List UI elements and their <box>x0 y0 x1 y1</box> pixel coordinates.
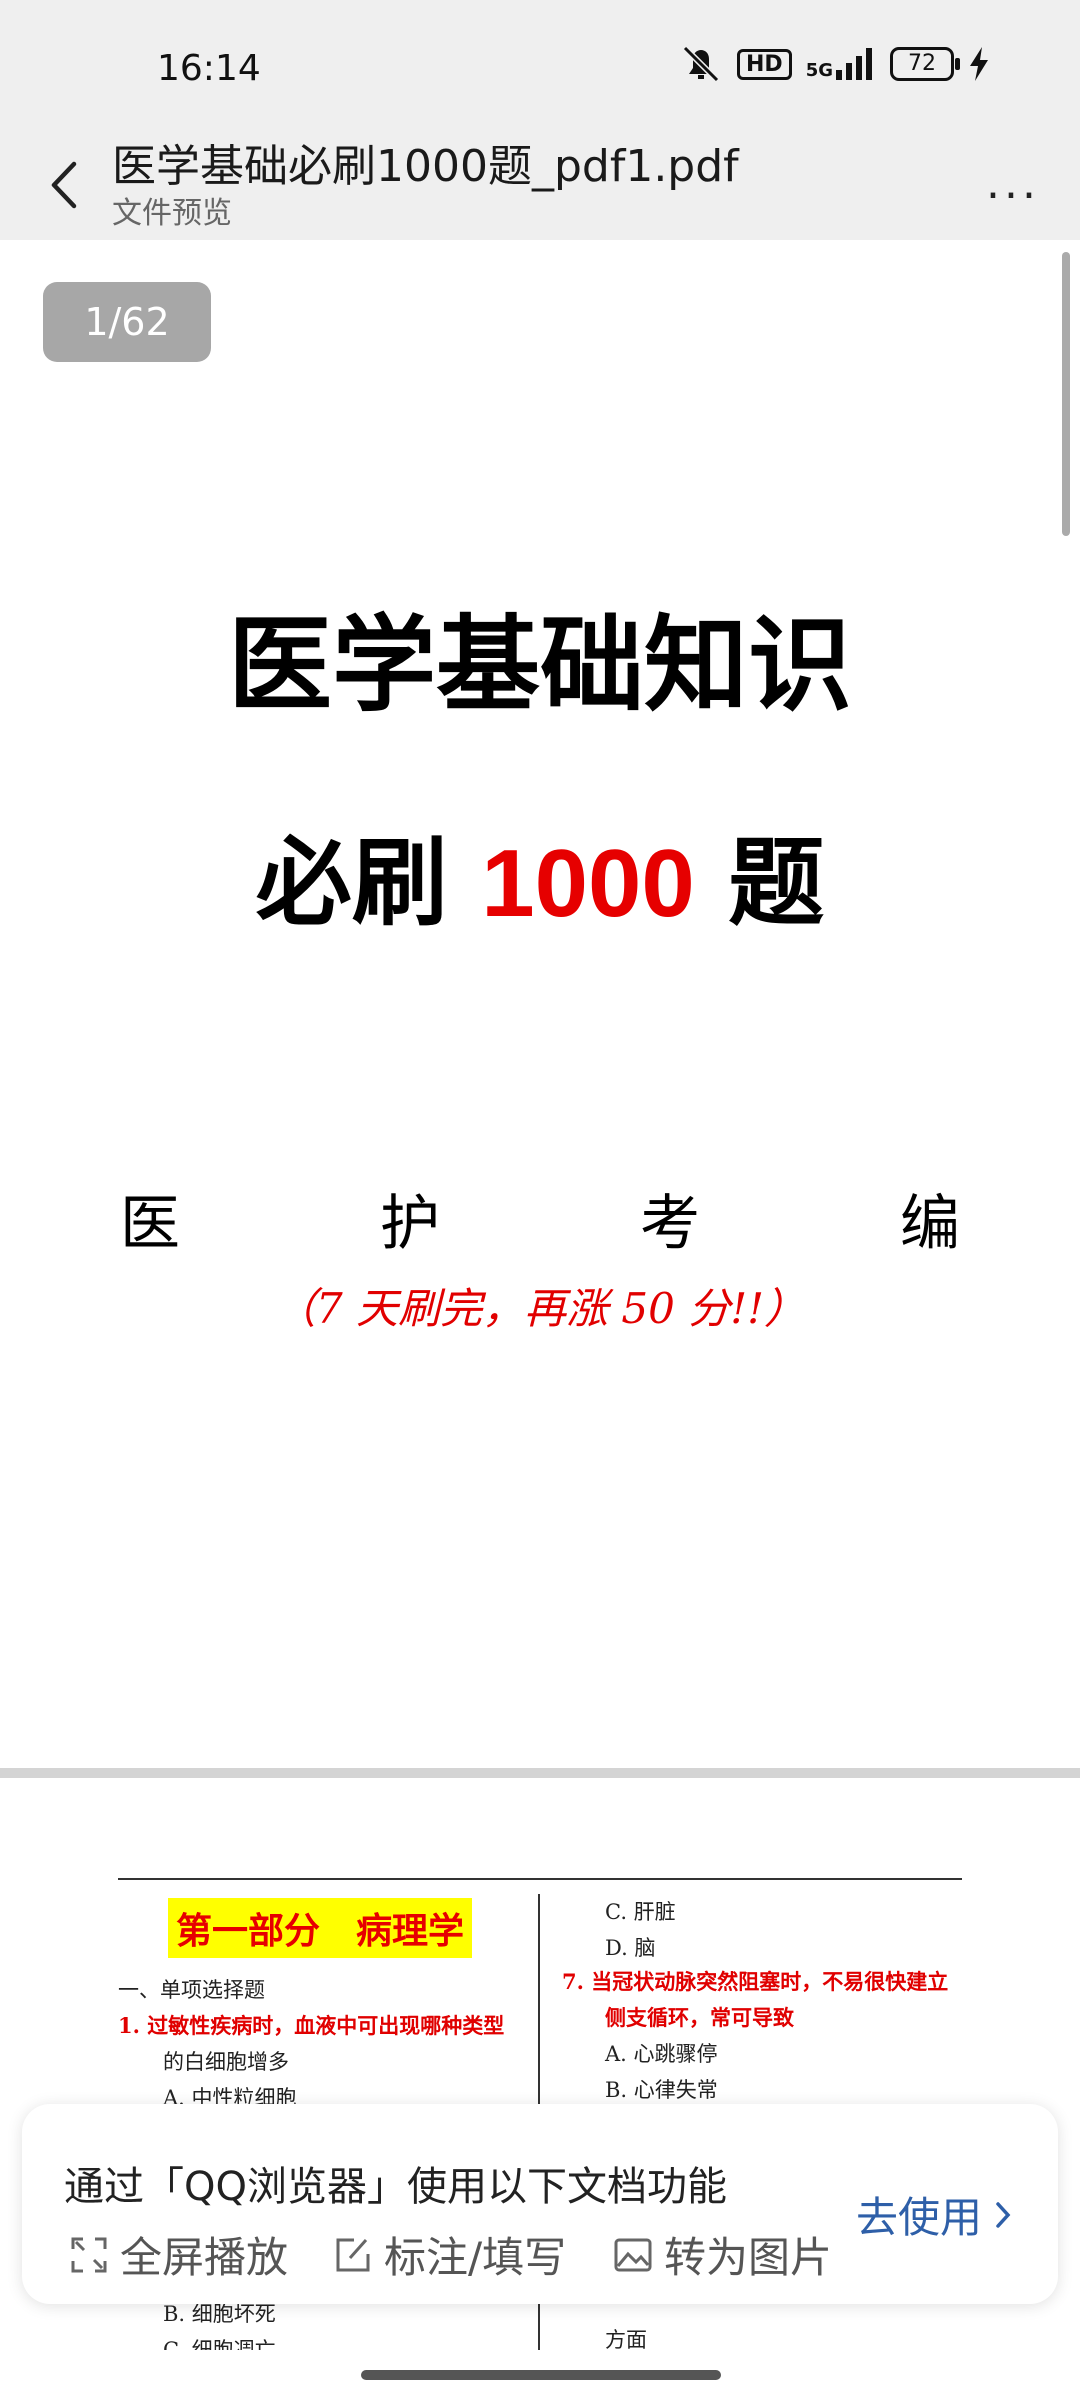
page-line-right: 7. 当冠状动脉突然阻塞时，不易很快建立 <box>562 1969 949 1994</box>
fullscreen-icon <box>71 2237 107 2272</box>
author-char: 医 <box>120 1189 180 1259</box>
signal-5g-icon: 5G <box>806 48 876 80</box>
file-subtitle: 文件预览 <box>112 196 232 231</box>
app-header: 医学基础必刷1000题_pdf1.pdf 文件预览 ... <box>0 130 1080 240</box>
page-header-rule <box>118 1878 962 1880</box>
page-line-right: B. 心律失常 <box>605 2078 718 2102</box>
author-char: 护 <box>380 1189 440 1259</box>
pdf-page-1[interactable]: 1/62 医学基础知识 必刷 1000 题 医 护 考 编 （7 天刷完，再涨 … <box>0 240 1080 1768</box>
fullscreen-play-label: 全屏播放 <box>120 2233 289 2282</box>
charging-icon <box>970 47 988 81</box>
mute-bell-icon <box>682 45 720 83</box>
go-use-label: 去使用 <box>856 2193 983 2242</box>
qq-browser-promo-banner[interactable]: 通过「QQ浏览器」使用以下文档功能 全屏播放 标注/填写 转为图片 去使用 <box>22 2104 1058 2304</box>
page-line-right: A. 心跳骤停 <box>605 2042 718 2066</box>
cover-title-number: 1000 <box>481 830 695 937</box>
chevron-right-icon <box>996 2201 1011 2228</box>
convert-to-image-label: 转为图片 <box>664 2233 833 2282</box>
scrollbar[interactable] <box>1062 252 1070 536</box>
back-arrow-icon[interactable] <box>40 150 90 220</box>
cover-authors: 医 护 考 编 <box>120 1175 960 1262</box>
cover-title-line2: 必刷 1000 题 <box>0 805 1080 944</box>
annotate-fill-button[interactable]: 标注/填写 <box>334 2224 566 2285</box>
hd-badge: HD <box>737 48 792 80</box>
edit-icon <box>336 2238 370 2271</box>
page-line-right: C. 肝脏 <box>605 1900 676 1924</box>
network-gen-label: 5G <box>805 60 833 81</box>
status-bar: 16:14 HD 5G 72 <box>0 0 1080 130</box>
status-time: 16:14 <box>157 48 261 89</box>
section-title: 第一部分 病理学 <box>168 1898 473 1958</box>
page-line-left: 1. 过敏性疾病时，血液中可出现哪种类型 <box>118 2013 505 2038</box>
annotate-fill-label: 标注/填写 <box>384 2233 567 2282</box>
page-indicator: 1/62 <box>43 282 211 362</box>
go-use-button[interactable]: 去使用 <box>856 2184 1012 2245</box>
status-icons: HD 5G 72 <box>679 44 990 84</box>
fullscreen-play-button[interactable]: 全屏播放 <box>70 2224 288 2285</box>
home-indicator[interactable] <box>361 2370 721 2380</box>
page-line-right: 方面 <box>605 2328 647 2350</box>
author-char: 编 <box>900 1189 960 1259</box>
cover-title-suffix: 题 <box>694 826 825 939</box>
cover-title-prefix: 必刷 <box>255 826 482 939</box>
promo-text: 通过「QQ浏览器」使用以下文档功能 <box>64 2164 727 2210</box>
page-line-right: D. 脑 <box>605 1936 656 1960</box>
page-line-left: 一、单项选择题 <box>118 1978 265 2002</box>
file-title: 医学基础必刷1000题_pdf1.pdf <box>112 141 739 192</box>
page-line-left: C. 细胞凋亡 <box>163 2338 276 2350</box>
cover-slogan: （7 天刷完，再涨 50 分!!） <box>274 1284 806 1333</box>
cover-title-line1: 医学基础知识 <box>227 603 852 726</box>
image-icon <box>614 2238 652 2271</box>
page-line-right: 侧支循环，常可导致 <box>605 2005 794 2030</box>
page-line-left: 的白细胞增多 <box>163 2050 289 2074</box>
convert-to-image-button[interactable]: 转为图片 <box>614 2224 832 2285</box>
author-char: 考 <box>640 1189 700 1259</box>
battery-icon: 72 <box>890 47 960 81</box>
more-options-icon[interactable]: ... <box>986 158 1040 209</box>
